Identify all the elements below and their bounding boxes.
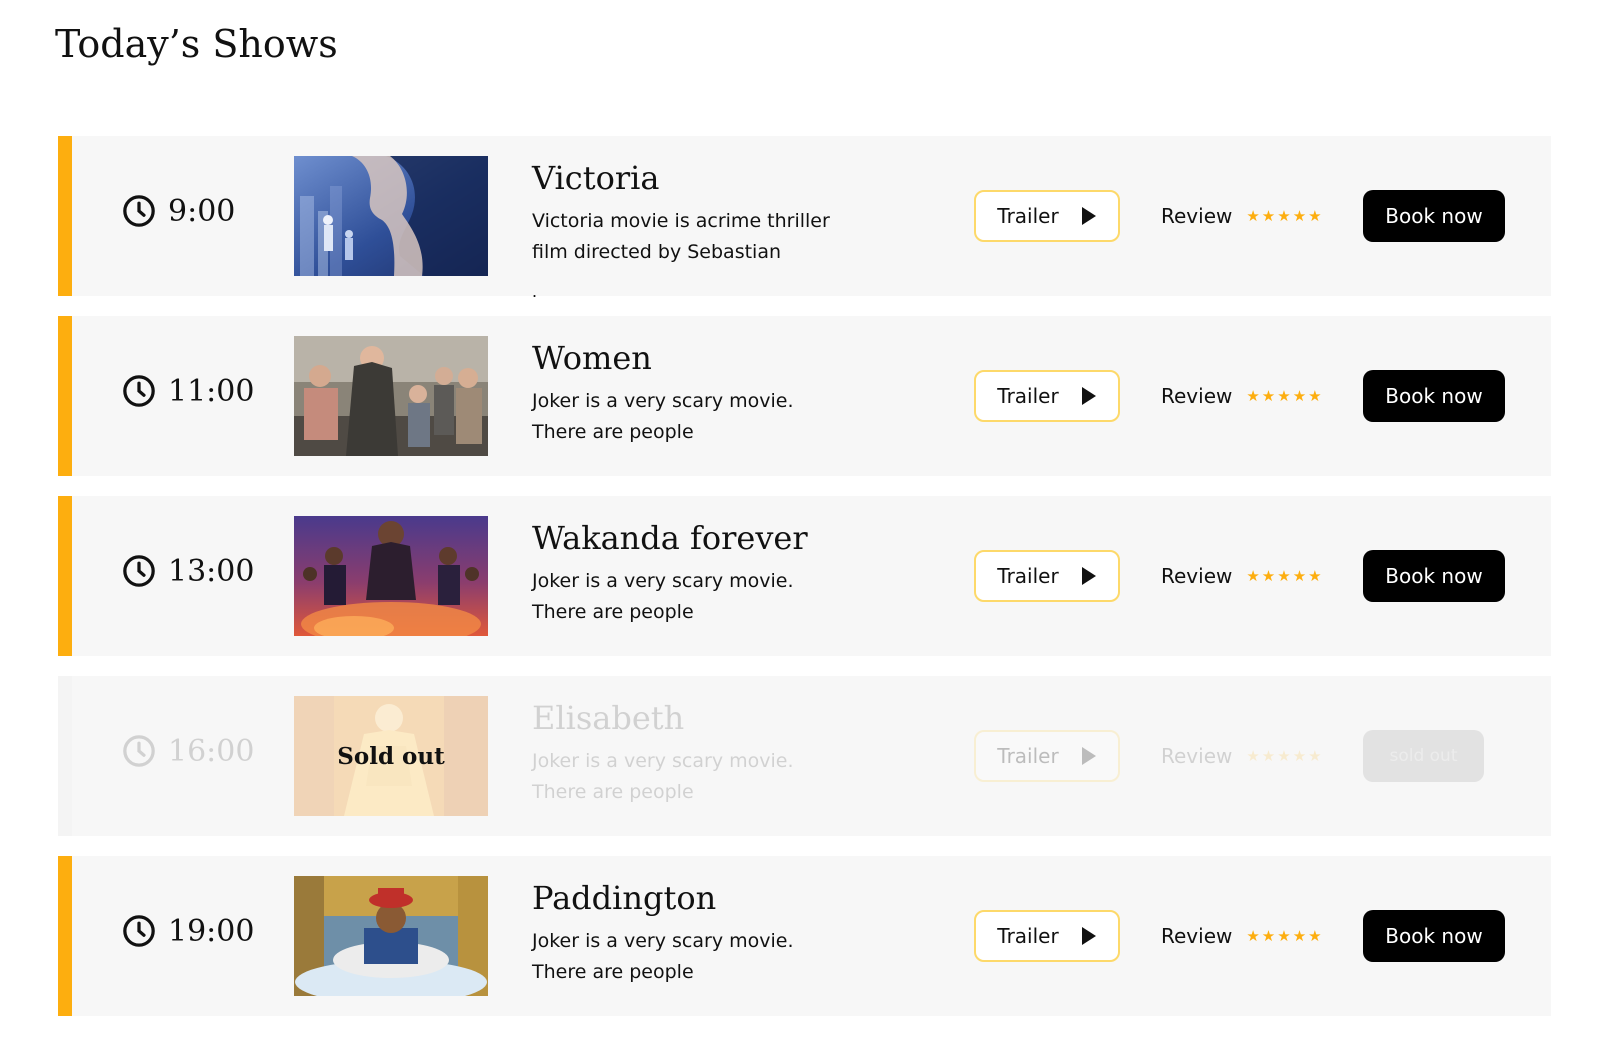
trailer-label: Trailer [997,384,1059,408]
movie-poster[interactable] [294,156,488,276]
show-time-value: 9:00 [168,193,236,229]
trailer-label: Trailer [997,564,1059,588]
trailer-button: Trailer [974,730,1120,782]
movie-description: Joker is a very scary movie. There are p… [532,570,794,623]
movie-info: Women Joker is a very scary movie. There… [532,338,952,448]
movie-title: Paddington [532,879,717,917]
movie-poster: Sold out [294,696,488,816]
show-time-value: 16:00 [168,733,255,769]
book-now-button[interactable]: Book now [1363,370,1505,422]
trailer-button[interactable]: Trailer [974,190,1120,242]
play-icon [1081,747,1096,765]
movie-poster[interactable] [294,516,488,636]
review-rating: Review ★★★★★ [1161,730,1324,782]
row-accent-bar [58,496,72,656]
star-rating-icon: ★★★★★ [1246,747,1324,765]
page-title: Today’s Shows [55,22,338,66]
clock-icon [123,915,155,947]
star-rating-icon: ★★★★★ [1246,207,1324,225]
movie-info: Elisabeth Joker is a very scary movie. T… [532,698,952,808]
show-time-value: 13:00 [168,553,255,589]
trailer-button[interactable]: Trailer [974,370,1120,422]
review-rating[interactable]: Review ★★★★★ [1161,190,1324,242]
show-row-paddington: 19:00 Paddington Joker is a very scary m… [58,856,1551,1016]
review-label: Review [1161,384,1233,408]
book-now-button[interactable]: Book now [1363,910,1505,962]
play-icon [1081,387,1096,405]
review-label: Review [1161,564,1233,588]
trailer-label: Trailer [997,204,1059,228]
show-row-elisabeth: 16:00 Sold out Elisabeth Joker is a very… [58,676,1551,836]
play-icon [1081,567,1096,585]
show-time: 11:00 [122,371,254,411]
review-rating[interactable]: Review ★★★★★ [1161,370,1324,422]
show-list: 9:00 Victoria Victoria movie is acrime t… [58,136,1551,1036]
movie-description: Joker is a very scary movie. There are p… [532,750,794,803]
movie-title: Women [532,339,652,377]
movie-title: Wakanda forever [532,519,808,557]
star-rating-icon: ★★★★★ [1246,387,1324,405]
row-accent-bar [58,136,72,296]
row-accent-bar [58,856,72,1016]
row-accent-bar [58,676,72,836]
show-row-women: 11:00 Women Joker is a very scary movie.… [58,316,1551,476]
show-row-victoria: 9:00 Victoria Victoria movie is acrime t… [58,136,1551,300]
show-time: 9:00 [122,191,235,231]
movie-description: Victoria movie is acrime thriller film d… [532,210,830,263]
review-label: Review [1161,204,1233,228]
trailer-label: Trailer [997,924,1059,948]
movie-info: Victoria Victoria movie is acrime thrill… [532,158,952,268]
movie-info: Paddington Joker is a very scary movie. … [532,878,952,988]
movie-description: Joker is a very scary movie. There are p… [532,390,794,443]
movie-info: Wakanda forever Joker is a very scary mo… [532,518,952,628]
movie-title: Elisabeth [532,699,685,737]
movie-description: Joker is a very scary movie. There are p… [532,930,794,983]
trailer-button[interactable]: Trailer [974,910,1120,962]
movie-poster[interactable] [294,336,488,456]
show-time: 16:00 [122,731,254,771]
review-label: Review [1161,924,1233,948]
review-label: Review [1161,744,1233,768]
play-icon [1081,927,1096,945]
book-now-button[interactable]: Book now [1363,550,1505,602]
star-rating-icon: ★★★★★ [1246,567,1324,585]
show-time: 13:00 [122,551,254,591]
stray-period: . [532,281,538,301]
sold-out-button: sold out [1363,730,1484,782]
clock-icon [123,195,155,227]
show-row-wakanda-forever: 13:00 Wakanda forever Joker is a very sc… [58,496,1551,656]
sold-out-overlay: Sold out [294,696,488,816]
clock-icon [123,555,155,587]
review-rating[interactable]: Review ★★★★★ [1161,550,1324,602]
row-accent-bar [58,316,72,476]
book-now-button[interactable]: Book now [1363,190,1505,242]
trailer-label: Trailer [997,744,1059,768]
star-rating-icon: ★★★★★ [1246,927,1324,945]
show-time: 19:00 [122,911,254,951]
clock-icon [123,735,155,767]
movie-poster[interactable] [294,876,488,996]
clock-icon [123,375,155,407]
show-time-value: 19:00 [168,913,255,949]
review-rating[interactable]: Review ★★★★★ [1161,910,1324,962]
movie-title: Victoria [532,159,660,197]
show-time-value: 11:00 [168,373,255,409]
trailer-button[interactable]: Trailer [974,550,1120,602]
play-icon [1081,207,1096,225]
